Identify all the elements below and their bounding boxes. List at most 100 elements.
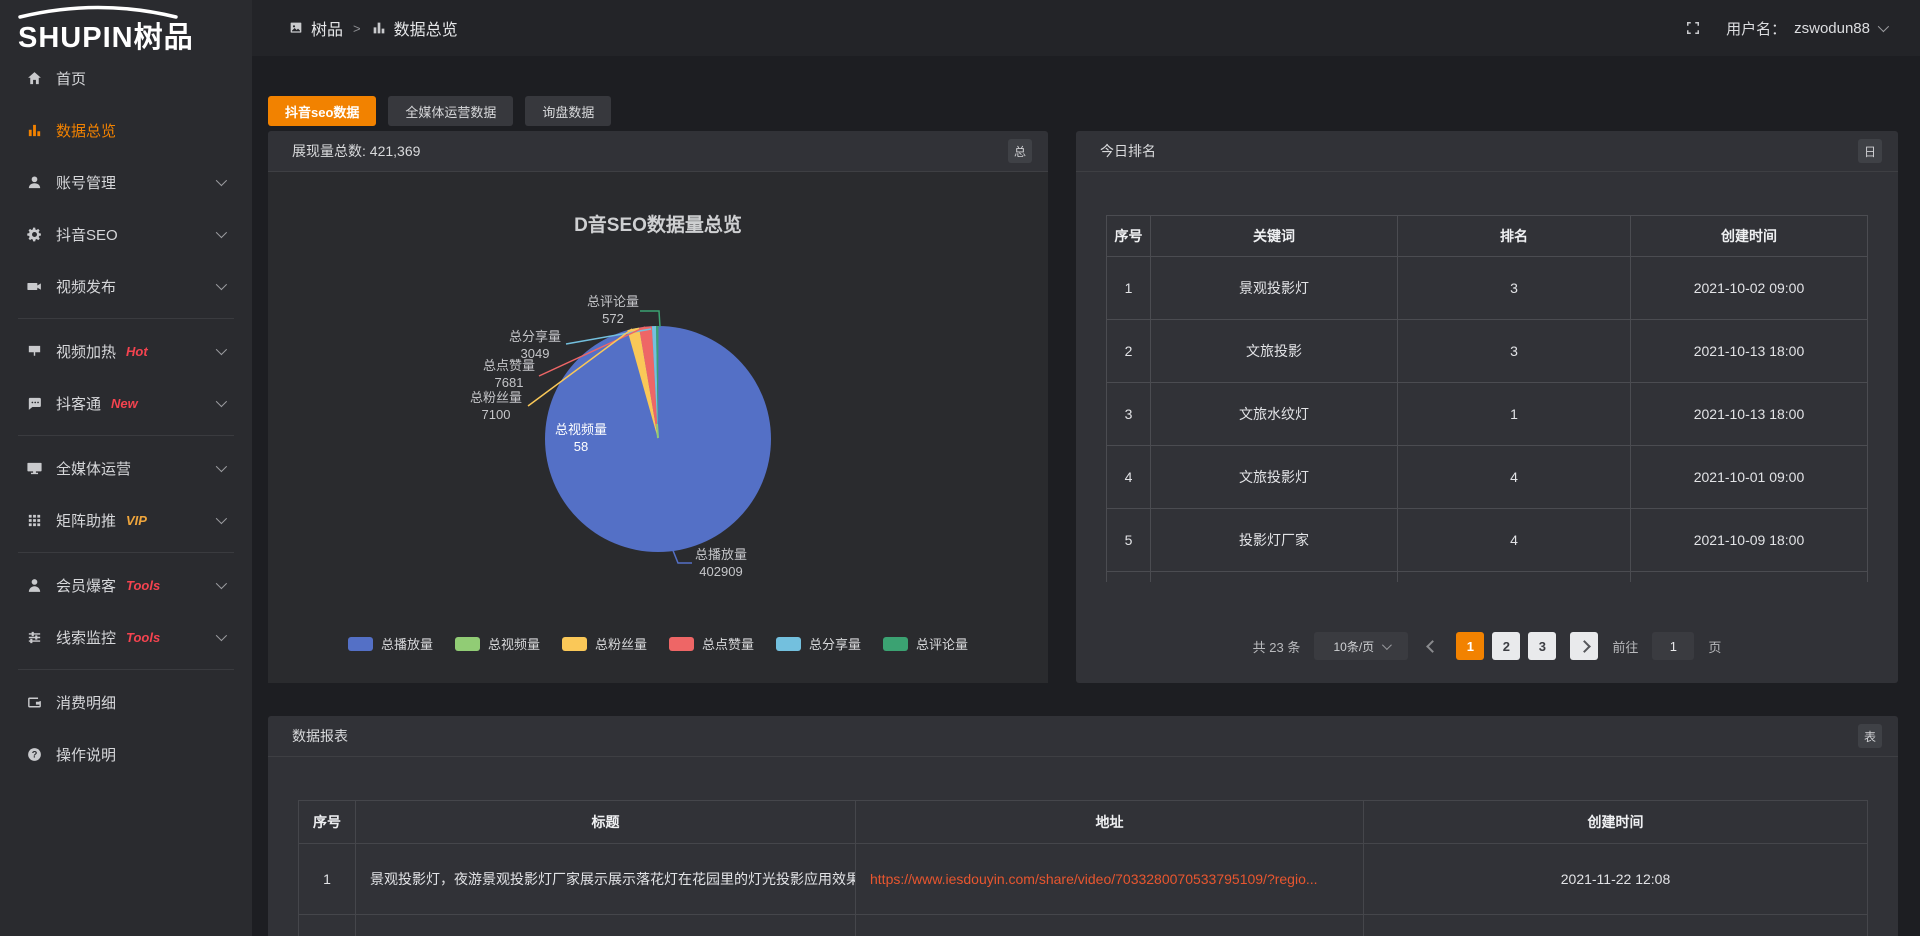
data-tabs: 抖音seo数据 全媒体运营数据 询盘数据 — [268, 96, 611, 126]
page-number-list: 1 2 3 — [1456, 632, 1556, 660]
sidebar-item[interactable]: 首页 — [0, 52, 252, 104]
sidebar-item[interactable]: 矩阵助推 VIP — [0, 494, 252, 546]
fullscreen-icon[interactable] — [1684, 19, 1702, 37]
sidebar-item[interactable]: 账号管理 — [0, 156, 252, 208]
topbar: 树品 > 数据总览 用户名：zswodun88 — [252, 0, 1920, 56]
breadcrumb-label: 树品 — [311, 16, 343, 40]
pie-label-videos: 总视频量58 — [555, 422, 607, 456]
cell-index: 2 — [1107, 320, 1151, 382]
impressions-total: 展现量总数: 421,369 — [292, 141, 1008, 161]
ranking-panel-header: 今日排名 日 — [1076, 131, 1898, 172]
page-number-button[interactable]: 3 — [1528, 632, 1556, 660]
sidebar-item[interactable]: 全媒体运营 — [0, 442, 252, 494]
cell-url-link[interactable]: https://www.iesdouyin.com/share/video/70… — [856, 844, 1364, 914]
legend-swatch — [562, 637, 587, 651]
pie-chart-canvas[interactable] — [268, 172, 1048, 683]
chart-legend: 总播放量 总视频量 总粉丝量 总点赞量 — [268, 634, 1048, 653]
legend-swatch — [883, 637, 908, 651]
sidebar-item-icon — [26, 395, 43, 412]
legend-label: 总分享量 — [809, 634, 861, 653]
sidebar-item-label: 视频加热 — [56, 341, 116, 362]
cell-created: 2021-10-02 09:00 — [1631, 257, 1867, 319]
page-size-value: 10条/页 — [1333, 638, 1374, 655]
sidebar-item-badge: VIP — [126, 513, 147, 528]
cell-rank: 4 — [1398, 509, 1631, 571]
sidebar-item-badge: New — [111, 396, 138, 411]
cell-rank: 3 — [1398, 257, 1631, 319]
pie-label-plays: 总播放量402909 — [695, 547, 747, 581]
chevron-down-icon — [216, 511, 224, 529]
sidebar-item-icon — [26, 694, 43, 711]
sidebar-item[interactable]: 抖客通 New — [0, 377, 252, 429]
sidebar-item[interactable]: 视频发布 — [0, 260, 252, 312]
cell-created: 2021-10-01 09:00 — [1631, 446, 1867, 508]
tab[interactable]: 全媒体运营数据 — [388, 96, 513, 126]
column-header: 序号 — [1107, 216, 1151, 256]
next-page-button[interactable] — [1570, 632, 1598, 660]
cell-index: 4 — [1107, 446, 1151, 508]
cell-keyword: 投影灯厂家 — [1151, 509, 1398, 571]
breadcrumb-item-current[interactable]: 数据总览 — [371, 16, 458, 40]
page-size-select[interactable]: 10条/页 — [1314, 632, 1408, 660]
report-panel-header: 数据报表 表 — [268, 716, 1898, 757]
cell-created: 2021-11-22 12:08 — [1364, 844, 1867, 914]
sidebar-item[interactable]: 数据总览 — [0, 104, 252, 156]
logo-brand-cn: 树品 — [134, 22, 194, 54]
legend-label: 总播放量 — [381, 634, 433, 653]
report-table-body: 1 景观投影灯，夜游景观投影灯厂家展示展示落花灯在花园里的灯光投影应用效果 # … — [299, 844, 1867, 915]
column-header: 地址 — [856, 801, 1364, 843]
table-view-button[interactable]: 表 — [1858, 724, 1882, 748]
legend-item[interactable]: 总播放量 — [348, 634, 433, 653]
sidebar-item[interactable]: 操作说明 — [0, 728, 252, 780]
sidebar-item-label: 抖音SEO — [56, 224, 118, 245]
sidebar-item[interactable]: 视频加热 Hot — [0, 325, 252, 377]
sidebar-item-label: 视频发布 — [56, 276, 116, 297]
sidebar-item[interactable]: 抖音SEO — [0, 208, 252, 260]
topbar-right: 用户名：zswodun88 — [1684, 18, 1886, 39]
tab[interactable]: 抖音seo数据 — [268, 96, 376, 126]
day-view-button[interactable]: 日 — [1858, 139, 1882, 163]
sidebar-divider — [18, 552, 234, 553]
sidebar-item[interactable]: 线索监控 Tools — [0, 611, 252, 663]
sidebar-item-icon — [26, 70, 43, 87]
tab-label: 全媒体运营数据 — [405, 102, 496, 121]
sidebar-item-label: 数据总览 — [56, 120, 116, 141]
table-row-partial — [1107, 572, 1867, 582]
legend-item[interactable]: 总点赞量 — [669, 634, 754, 653]
legend-item[interactable]: 总粉丝量 — [562, 634, 647, 653]
cell-keyword: 文旅水纹灯 — [1151, 383, 1398, 445]
sidebar-divider — [18, 435, 234, 436]
legend-item[interactable]: 总分享量 — [776, 634, 861, 653]
page-number-button[interactable]: 1 — [1456, 632, 1484, 660]
sidebar-item[interactable]: 消费明细 — [0, 676, 252, 728]
user-menu[interactable]: 用户名：zswodun88 — [1726, 18, 1886, 39]
total-view-button[interactable]: 总 — [1008, 139, 1032, 163]
sidebar-item-label: 矩阵助推 — [56, 510, 116, 531]
sidebar-item-icon — [26, 577, 43, 594]
sidebar-item-label: 全媒体运营 — [56, 458, 131, 479]
breadcrumb-item-home[interactable]: 树品 — [288, 16, 343, 40]
app-root: SHUPIN树品 首页 数据总览 — [0, 0, 1920, 936]
legend-item[interactable]: 总评论量 — [883, 634, 968, 653]
column-header: 序号 — [299, 801, 356, 843]
prev-page-button[interactable] — [1422, 642, 1442, 651]
cell-rank: 3 — [1398, 320, 1631, 382]
brand-icon — [288, 20, 304, 36]
tab-label: 询盘数据 — [542, 102, 594, 121]
chevron-right-icon — [1578, 640, 1591, 653]
logo: SHUPIN树品 — [0, 0, 252, 56]
column-header: 标题 — [356, 801, 856, 843]
page-number-button[interactable]: 2 — [1492, 632, 1520, 660]
username: zswodun88 — [1794, 20, 1870, 37]
chevron-down-icon — [1878, 21, 1889, 32]
column-header: 创建时间 — [1364, 801, 1867, 843]
goto-page-input[interactable]: 1 — [1652, 632, 1694, 660]
pie-label-likes: 总点赞量7681 — [483, 358, 535, 392]
table-row: 3 文旅水纹灯 1 2021-10-13 18:00 — [1107, 383, 1867, 446]
tab[interactable]: 询盘数据 — [525, 96, 611, 126]
chevron-down-icon — [1382, 640, 1392, 650]
sidebar-item[interactable]: 会员爆客 Tools — [0, 559, 252, 611]
legend-label: 总点赞量 — [702, 634, 754, 653]
legend-item[interactable]: 总视频量 — [455, 634, 540, 653]
cell-rank: 1 — [1398, 383, 1631, 445]
